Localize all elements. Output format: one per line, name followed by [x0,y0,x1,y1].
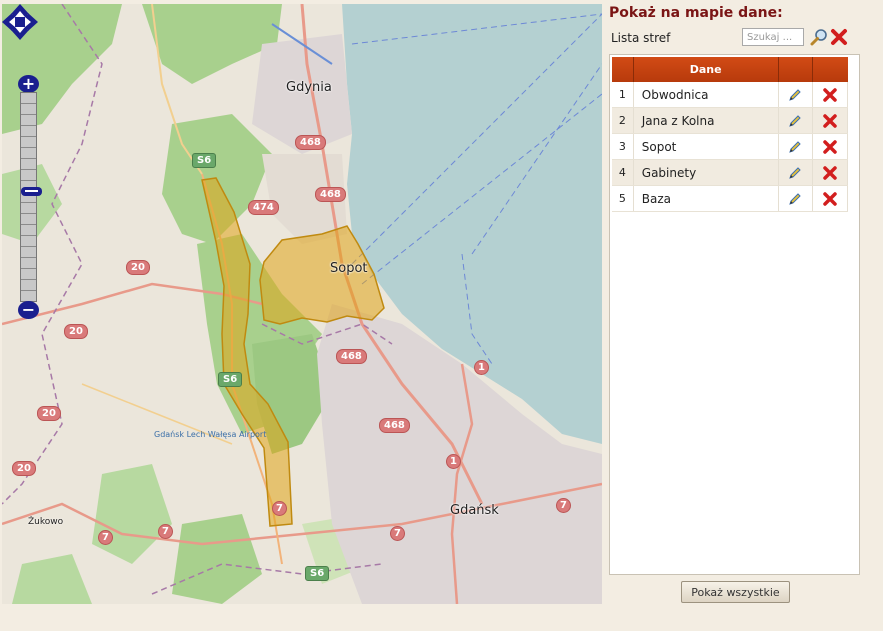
delete-icon[interactable] [822,113,838,129]
road-shield: 7 [390,526,405,541]
road-shield: 20 [64,324,88,339]
show-all-button[interactable]: Pokaż wszystkie [681,581,790,603]
magnifier-icon[interactable] [810,28,828,46]
zones-list-panel: Dane 1 Obwodnica 2 Jana z Kolna 3 Sopot [609,54,860,575]
pencil-icon[interactable] [787,191,803,207]
row-number: 1 [612,82,634,108]
column-header-edit [778,57,814,82]
column-header-num [612,57,634,82]
road-shield: S6 [192,153,217,168]
delete-icon[interactable] [822,191,838,207]
road-shield: 7 [98,530,113,545]
pencil-icon[interactable] [787,87,803,103]
row-name[interactable]: Baza [633,185,779,212]
row-number: 3 [612,133,634,160]
road-shield: 7 [158,524,173,539]
row-number: 4 [612,159,634,186]
zoom-handle[interactable] [21,187,42,196]
road-shield: 20 [12,461,36,476]
zones-list-label: Lista stref [611,31,671,45]
zoom-out-button[interactable]: − [18,301,39,319]
panel-title: Pokaż na mapie dane: [609,5,783,21]
row-number: 5 [612,185,634,212]
table-row[interactable]: 3 Sopot [612,133,848,160]
road-shield: 20 [37,406,61,421]
table-row[interactable]: 2 Jana z Kolna [612,107,848,134]
pencil-icon[interactable] [787,113,803,129]
road-shield: 468 [295,135,326,150]
road-shield: 474 [248,200,279,215]
search-input[interactable] [742,28,804,46]
road-shield: 468 [336,349,367,364]
pencil-icon[interactable] [787,165,803,181]
zoom-bar: + − [18,75,42,319]
road-shield: 7 [556,498,571,513]
delete-icon[interactable] [822,87,838,103]
column-header-delete [812,57,848,82]
pan-control[interactable] [2,4,38,40]
pencil-icon[interactable] [787,139,803,155]
road-shield: 1 [446,454,461,469]
table-row[interactable]: 1 Obwodnica [612,82,848,108]
zones-table: Dane 1 Obwodnica 2 Jana z Kolna 3 Sopot [612,57,848,212]
zoom-in-button[interactable]: + [18,75,39,93]
road-shield: 20 [126,260,150,275]
place-gdynia: Gdynia [286,80,332,95]
delete-icon[interactable] [822,139,838,155]
row-name[interactable]: Sopot [633,133,779,160]
road-shield: S6 [305,566,330,581]
map-view[interactable]: Gdynia Sopot Gdańsk Żukowo Gdańsk Lech W… [2,4,602,604]
row-name[interactable]: Gabinety [633,159,779,186]
row-name[interactable]: Obwodnica [633,82,779,108]
road-shield: 1 [474,360,489,375]
row-name[interactable]: Jana z Kolna [633,107,779,134]
road-shield: 468 [379,418,410,433]
place-zukowo: Żukowo [28,517,64,527]
road-shield: S6 [218,372,243,387]
place-gdansk: Gdańsk [450,503,499,518]
road-shield: 468 [315,187,346,202]
row-number: 2 [612,107,634,134]
clear-search-icon[interactable] [830,28,848,46]
delete-icon[interactable] [822,165,838,181]
airport-label: Gdańsk Lech Wałęsa Airport [154,430,267,439]
column-header-dane[interactable]: Dane [633,57,779,82]
table-row[interactable]: 4 Gabinety [612,159,848,186]
zoom-slider[interactable] [20,92,42,302]
table-row[interactable]: 5 Baza [612,185,848,212]
place-sopot: Sopot [330,261,368,276]
road-shield: 7 [272,501,287,516]
